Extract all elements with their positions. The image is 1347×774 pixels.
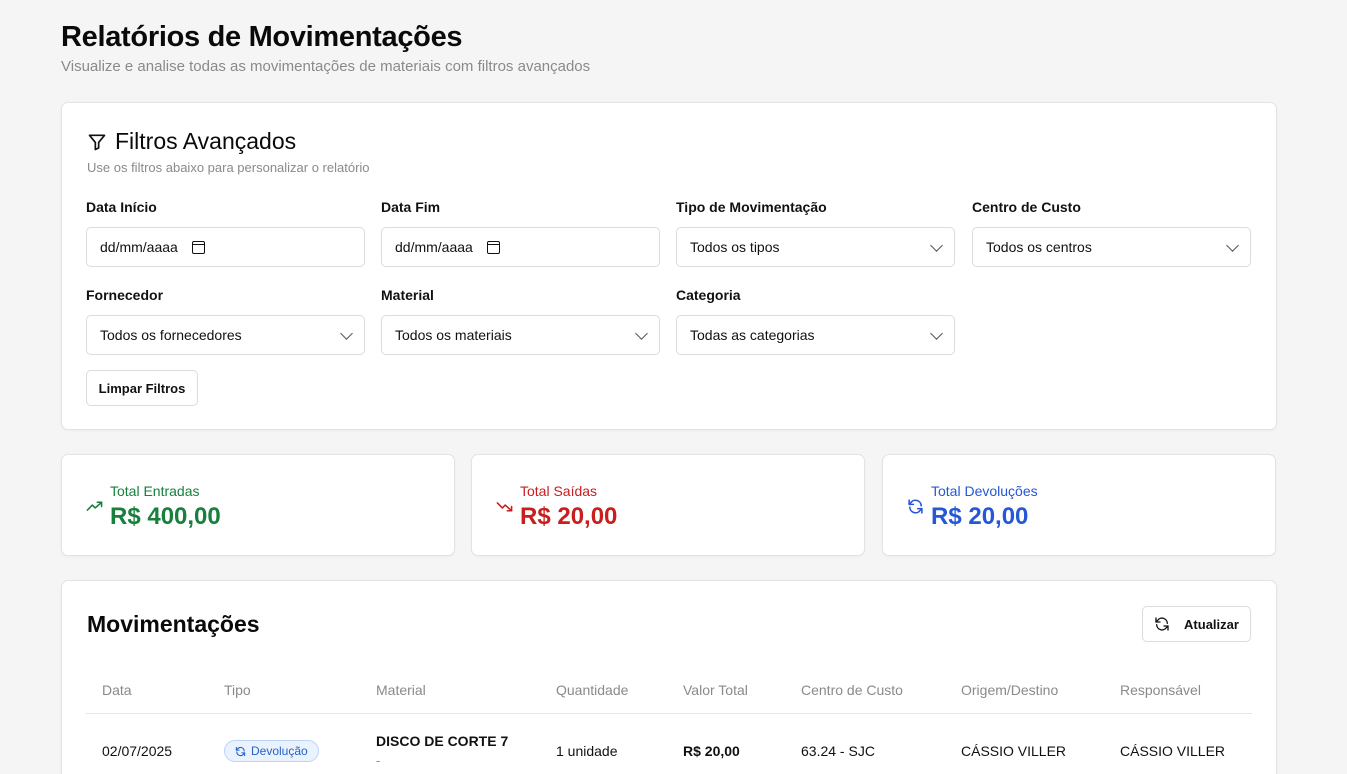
stat-entries-value: R$ 400,00 <box>110 503 221 530</box>
filters-title-text: Filtros Avançados <box>115 128 297 154</box>
refresh-icon <box>235 746 246 756</box>
trending-down-icon <box>496 502 513 512</box>
movement-type-field: Tipo de Movimentação Todos os tipos <box>676 199 955 267</box>
category-value: Todas as categorias <box>690 327 815 343</box>
date-start-label: Data Início <box>86 199 157 215</box>
column-header-quantity[interactable]: Quantidade <box>556 682 628 698</box>
stat-returns-label: Total Devoluções <box>931 483 1038 499</box>
category-label: Categoria <box>676 287 741 303</box>
cell-responsible: CÁSSIO VILLER <box>1120 743 1226 759</box>
date-start-input[interactable]: dd/mm/aaaa <box>86 227 365 267</box>
calendar-icon[interactable] <box>486 240 500 254</box>
category-select[interactable]: Todas as categorias <box>676 315 955 355</box>
material-select[interactable]: Todos os materiais <box>381 315 660 355</box>
date-end-value: dd/mm/aaaa <box>395 239 473 255</box>
cell-date: 02/07/2025 <box>102 743 173 759</box>
cost-center-value: Todos os centros <box>986 239 1092 255</box>
column-header-material[interactable]: Material <box>376 682 426 698</box>
cost-center-select[interactable]: Todos os centros <box>972 227 1251 267</box>
material-field: Material Todos os materiais <box>381 287 660 355</box>
date-start-field: Data Início dd/mm/aaaa <box>86 199 365 267</box>
column-header-cost-center[interactable]: Centro de Custo <box>801 682 903 698</box>
chevron-down-icon <box>340 326 353 340</box>
cell-material-sub: - <box>376 753 381 768</box>
date-end-field: Data Fim dd/mm/aaaa <box>381 199 660 267</box>
type-badge-label: Devolução <box>251 744 308 758</box>
column-header-origin[interactable]: Origem/Destino <box>961 682 1058 698</box>
stat-card-entries: Total Entradas R$ 400,00 <box>61 454 455 556</box>
stat-entries-label: Total Entradas <box>110 483 200 499</box>
supplier-field: Fornecedor Todos os fornecedores <box>86 287 365 355</box>
supplier-value: Todos os fornecedores <box>100 327 242 343</box>
refresh-icon <box>1155 617 1169 631</box>
type-badge: Devolução <box>224 740 319 762</box>
column-header-responsible[interactable]: Responsável <box>1120 682 1201 698</box>
cell-material: DISCO DE CORTE 7 <box>376 733 509 749</box>
filters-card: Filtros Avançados Use os filtros abaixo … <box>61 102 1277 430</box>
stat-exits-value: R$ 20,00 <box>520 503 618 530</box>
stat-card-returns: Total Devoluções R$ 20,00 <box>882 454 1276 556</box>
material-label: Material <box>381 287 434 303</box>
material-value: Todos os materiais <box>395 327 512 343</box>
cost-center-field: Centro de Custo Todos os centros <box>972 199 1251 267</box>
cell-origin: CÁSSIO VILLER <box>961 743 1067 759</box>
cell-cost-center: 63.24 - SJC <box>801 743 875 759</box>
movement-type-select[interactable]: Todos os tipos <box>676 227 955 267</box>
trending-up-icon <box>86 501 103 511</box>
date-start-value: dd/mm/aaaa <box>100 239 178 255</box>
filters-subtitle: Use os filtros abaixo para personalizar … <box>87 160 370 175</box>
cell-quantity: 1 unidade <box>556 743 618 759</box>
column-header-date[interactable]: Data <box>102 682 132 698</box>
cost-center-label: Centro de Custo <box>972 199 1081 215</box>
refresh-icon <box>908 499 923 514</box>
stat-returns-value: R$ 20,00 <box>931 503 1029 530</box>
date-end-label: Data Fim <box>381 199 441 215</box>
chevron-down-icon <box>930 326 943 340</box>
category-field: Categoria Todas as categorias <box>676 287 955 355</box>
chevron-down-icon <box>930 238 943 252</box>
refresh-label: Atualizar <box>1184 616 1239 632</box>
page-title: Relatórios de Movimentações <box>61 21 463 53</box>
movements-card: Movimentações Atualizar Data Tipo Materi… <box>61 580 1277 774</box>
filter-icon <box>88 134 106 150</box>
date-end-input[interactable]: dd/mm/aaaa <box>381 227 660 267</box>
column-header-type[interactable]: Tipo <box>224 682 251 698</box>
supplier-select[interactable]: Todos os fornecedores <box>86 315 365 355</box>
page-subtitle: Visualize e analise todas as movimentaçõ… <box>61 58 591 75</box>
filters-title: Filtros Avançados <box>87 128 296 155</box>
calendar-icon[interactable] <box>191 240 205 254</box>
table-header-divider <box>86 713 1252 714</box>
supplier-label: Fornecedor <box>86 287 164 303</box>
stat-card-exits: Total Saídas R$ 20,00 <box>471 454 865 556</box>
movements-title: Movimentações <box>87 611 260 637</box>
chevron-down-icon <box>1226 238 1239 252</box>
chevron-down-icon <box>635 326 648 340</box>
cell-total: R$ 20,00 <box>683 743 740 759</box>
refresh-button[interactable]: Atualizar <box>1142 606 1251 642</box>
stat-exits-label: Total Saídas <box>520 483 598 499</box>
movement-type-value: Todos os tipos <box>690 239 780 255</box>
clear-filters-button[interactable]: Limpar Filtros <box>86 370 198 406</box>
column-header-total[interactable]: Valor Total <box>683 682 748 698</box>
movement-type-label: Tipo de Movimentação <box>676 199 827 215</box>
